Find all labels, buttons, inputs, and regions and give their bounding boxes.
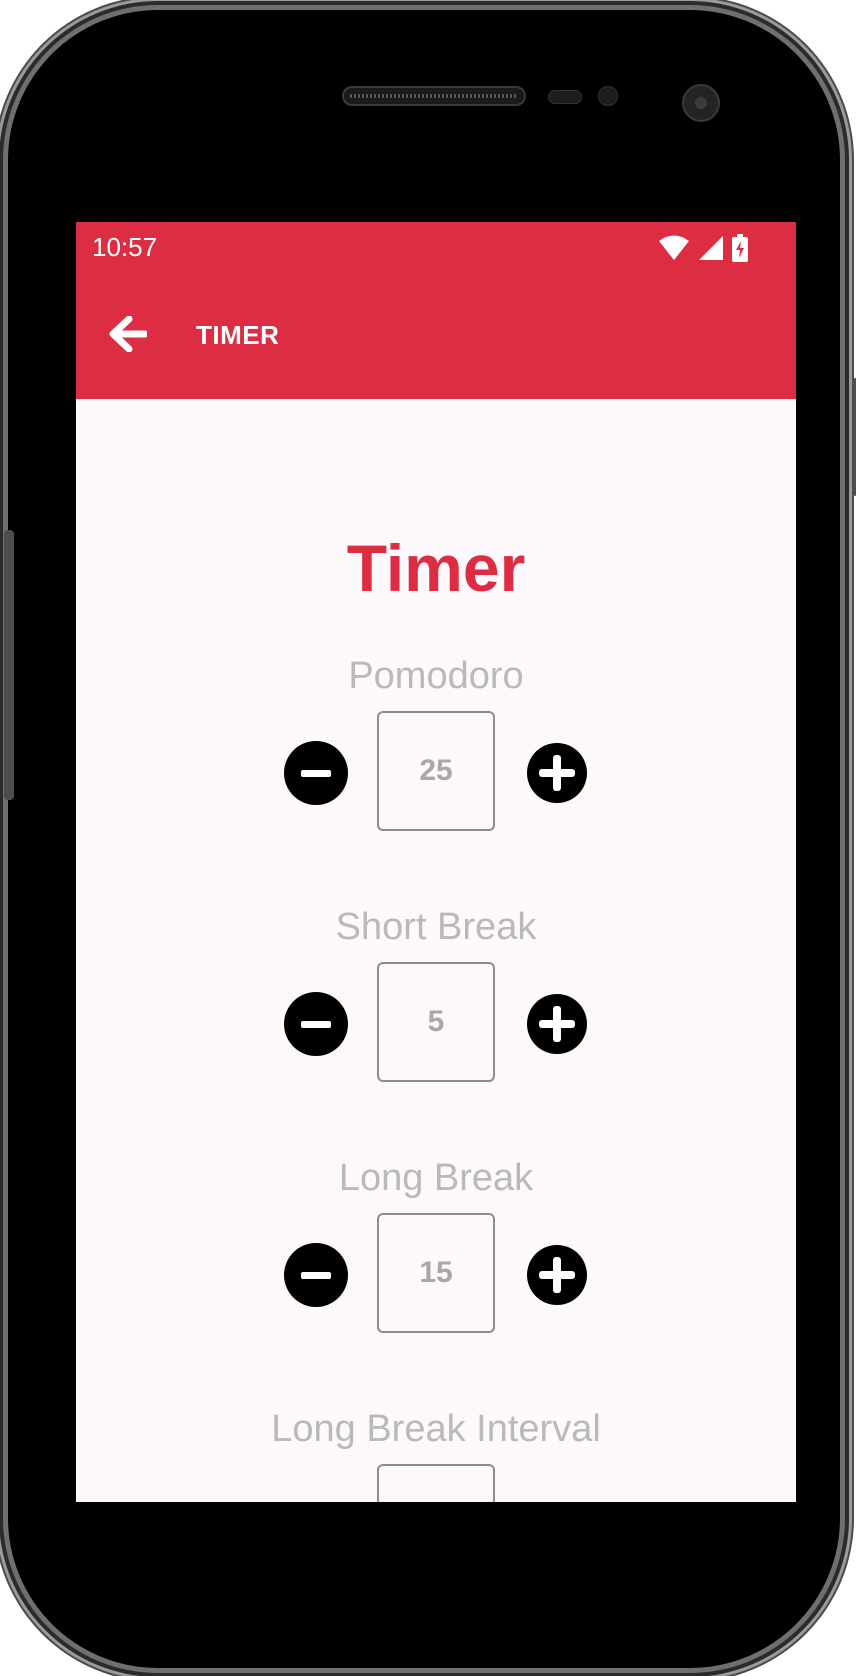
battery-charging-icon [732, 234, 748, 262]
pomodoro-setting: Pomodoro 25 [76, 654, 796, 844]
power-button [852, 378, 856, 496]
minus-circle-icon [301, 1271, 331, 1279]
long-break-decrement-button[interactable] [284, 1243, 348, 1307]
proximity-sensor [548, 90, 582, 104]
arrow-left-icon [109, 316, 147, 352]
long-break-interval-setting: Long Break Interval [76, 1407, 796, 1502]
toolbar-title: TIMER [196, 320, 280, 350]
long-break-increment-button[interactable] [527, 1245, 587, 1305]
minus-circle-icon [301, 769, 331, 777]
status-icons [658, 234, 748, 262]
plus-circle-icon [539, 755, 575, 791]
long-break-value-field[interactable]: 15 [377, 1213, 495, 1333]
page-title: Timer [346, 531, 526, 605]
pomodoro-value-field[interactable]: 25 [377, 711, 495, 831]
long-break-interval-value-field[interactable] [377, 1464, 495, 1502]
minus-circle-icon [301, 1020, 331, 1028]
pomodoro-increment-button[interactable] [527, 743, 587, 803]
status-time: 10:57 [92, 232, 158, 262]
plus-circle-icon [539, 1257, 575, 1293]
front-camera [682, 84, 720, 122]
app-screen: 10:57 TIMER Timer Pomodoro 25 Short Brea… [76, 222, 796, 1502]
cellular-signal-icon [699, 236, 723, 260]
short-break-increment-button[interactable] [527, 994, 587, 1054]
phone-frame: 10:57 TIMER Timer Pomodoro 25 Short Brea… [4, 10, 856, 1668]
setting-label: Short Break [335, 906, 537, 948]
short-break-decrement-button[interactable] [284, 992, 348, 1056]
long-break-setting: Long Break 15 [76, 1156, 796, 1346]
earpiece-speaker [342, 86, 526, 106]
plus-circle-icon [539, 1006, 575, 1042]
pomodoro-decrement-button[interactable] [284, 741, 348, 805]
app-bar: 10:57 TIMER [76, 222, 796, 399]
setting-label: Pomodoro [348, 655, 524, 697]
back-button[interactable] [106, 312, 150, 356]
setting-label: Long Break Interval [271, 1408, 601, 1450]
short-break-setting: Short Break 5 [76, 905, 796, 1095]
short-break-value-field[interactable]: 5 [377, 962, 495, 1082]
volume-button [4, 530, 14, 800]
setting-label: Long Break [338, 1157, 534, 1199]
wifi-icon [659, 235, 689, 260]
light-sensor [598, 86, 618, 106]
